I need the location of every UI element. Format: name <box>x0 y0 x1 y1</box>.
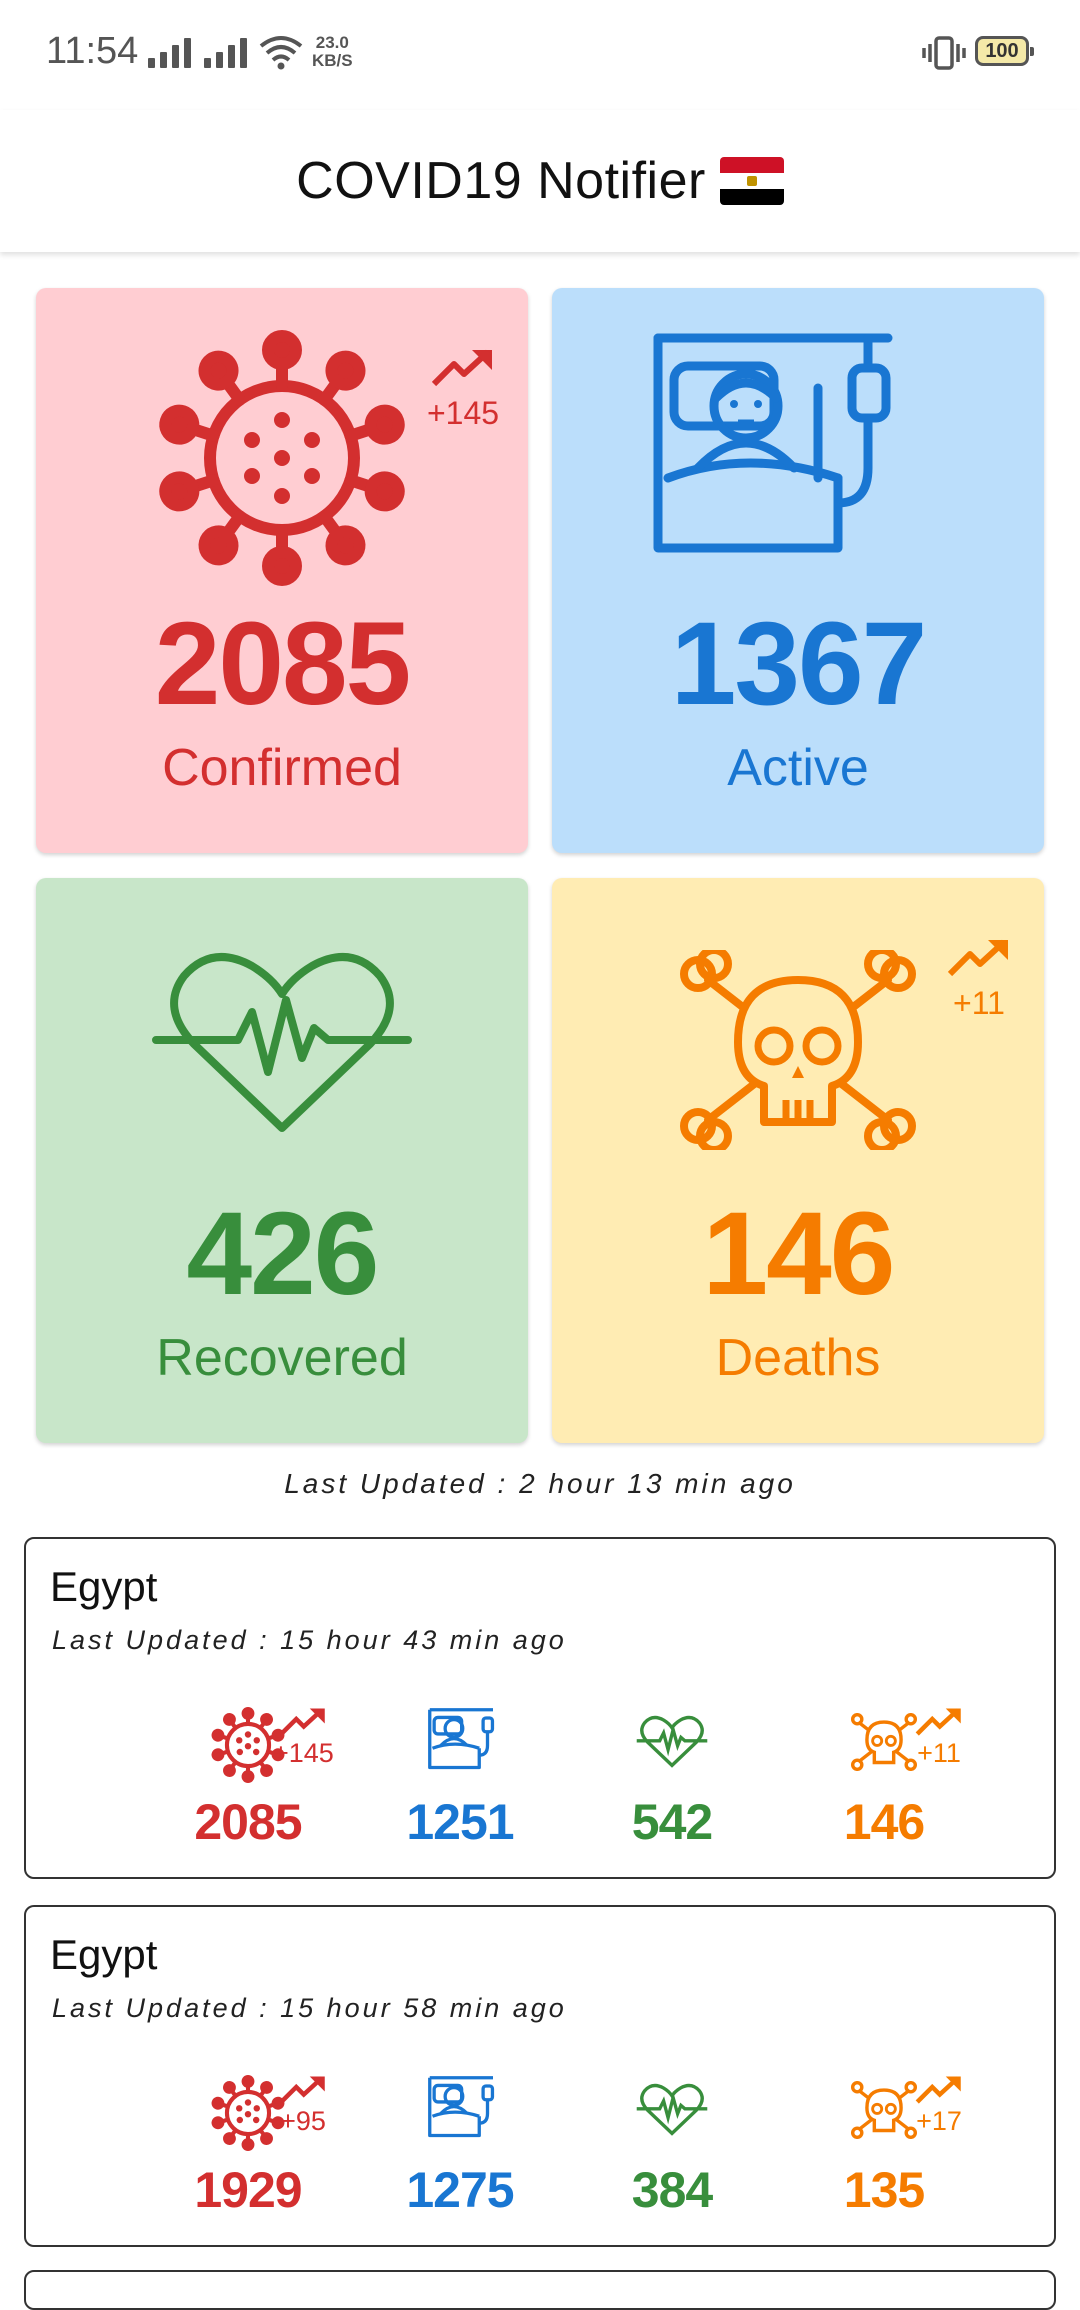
network-speed: 23.0 KB/S <box>312 34 353 70</box>
mini-active: 1275 <box>360 2075 560 2225</box>
confirmed-card[interactable]: +145 2085 Confirmed <box>36 288 528 853</box>
speed-unit: KB/S <box>312 51 353 70</box>
deaths-card[interactable]: +11 146 Deaths <box>552 878 1044 1443</box>
active-card[interactable]: 1367 Active <box>552 288 1044 853</box>
app-bar: COVID19 Notifier <box>0 110 1080 252</box>
deaths-delta: +11 <box>953 985 1005 1021</box>
signal-icon-2 <box>204 36 247 68</box>
mini-confirmed: +145 2085 <box>148 1707 348 1857</box>
mini-deaths: +17 135 <box>784 2075 984 2225</box>
history-last-updated: Last Updated : 15 hour 43 min ago <box>52 1625 567 1655</box>
status-time: 11:54 <box>46 30 139 72</box>
mini-confirmed: +95 1929 <box>148 2075 348 2225</box>
patient-bed-icon <box>428 1708 495 1770</box>
deaths-delta: +11 <box>917 1738 961 1768</box>
history-card[interactable]: Egypt Last Updated : 15 hour 43 min ago … <box>24 1537 1056 1879</box>
patient-bed-icon <box>653 333 893 553</box>
battery-icon: 100 <box>975 36 1034 66</box>
deaths-count: 146 <box>702 1188 896 1320</box>
confirmed-count: 2085 <box>154 598 412 730</box>
recovered-count: 542 <box>631 1794 713 1850</box>
trending-up-icon <box>915 2076 961 2104</box>
recovered-count: 426 <box>186 1188 380 1320</box>
heartbeat-icon <box>636 1715 708 1768</box>
virus-icon <box>159 330 405 586</box>
deaths-trend: +11 <box>909 1707 969 1769</box>
deaths-label: Deaths <box>715 1329 881 1387</box>
trending-up-icon <box>279 2076 325 2104</box>
active-label: Active <box>727 739 869 797</box>
heartbeat-icon <box>152 953 412 1132</box>
country-name: Egypt <box>50 1563 158 1610</box>
confirmed-label: Confirmed <box>162 739 402 797</box>
confirmed-trend: +145 <box>418 348 508 432</box>
deaths-trend: +11 <box>934 938 1024 1022</box>
heartbeat-icon <box>636 2083 708 2136</box>
trending-up-icon <box>431 349 492 387</box>
history-card[interactable]: Egypt Last Updated : 15 hour 58 min ago … <box>24 1905 1056 2247</box>
app-title: COVID19 Notifier <box>296 152 706 210</box>
confirmed-trend: +95 <box>273 2075 333 2137</box>
deaths-delta: +17 <box>916 2106 962 2136</box>
confirmed-delta: +145 <box>273 1738 334 1768</box>
confirmed-delta: +145 <box>426 395 500 431</box>
deaths-count: 135 <box>843 2162 925 2218</box>
trending-up-icon <box>947 939 1008 977</box>
recovered-label: Recovered <box>156 1329 408 1387</box>
wifi-icon <box>259 36 303 70</box>
skull-crossbones-icon <box>680 950 916 1150</box>
confirmed-delta: +95 <box>280 2106 326 2136</box>
mini-recovered: 384 <box>572 2075 772 2225</box>
trending-up-icon <box>279 1708 325 1736</box>
last-updated-summary: Last Updated : 2 hour 13 min ago <box>284 1468 796 1499</box>
active-count: 1251 <box>406 1794 514 1850</box>
active-count: 1275 <box>406 2162 514 2218</box>
confirmed-trend: +145 <box>273 1707 334 1769</box>
country-name: Egypt <box>50 1931 158 1978</box>
history-last-updated: Last Updated : 15 hour 58 min ago <box>52 1993 567 2023</box>
history-card-partial[interactable] <box>24 2270 1056 2310</box>
active-count: 1367 <box>670 598 928 730</box>
speed-value: 23.0 <box>315 33 349 52</box>
confirmed-count: 1929 <box>194 2162 302 2218</box>
mini-active: 1251 <box>360 1707 560 1857</box>
recovered-count: 384 <box>631 2162 713 2218</box>
status-bar: 11:54 23.0 KB/S 100 <box>0 0 1080 110</box>
mini-deaths: +11 146 <box>784 1707 984 1857</box>
confirmed-count: 2085 <box>194 1794 302 1850</box>
vibrate-icon <box>922 36 966 70</box>
trending-up-icon <box>915 1708 961 1736</box>
patient-bed-icon <box>428 2076 495 2138</box>
recovered-card[interactable]: 426 Recovered <box>36 878 528 1443</box>
mini-recovered: 542 <box>572 1707 772 1857</box>
signal-icon <box>148 36 191 68</box>
egypt-flag-icon <box>719 157 784 205</box>
deaths-trend: +17 <box>909 2075 969 2137</box>
deaths-count: 146 <box>843 1794 925 1850</box>
